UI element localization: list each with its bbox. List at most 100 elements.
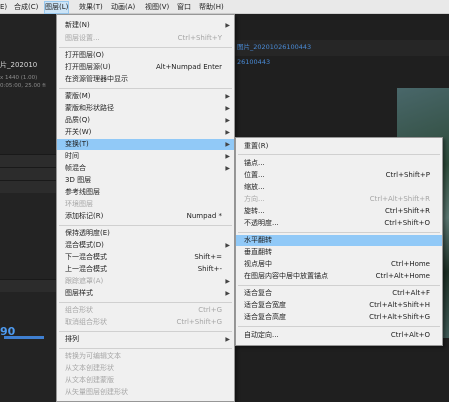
menu-item-mask-and-shape-path[interactable]: 蒙版和形状路径 ▶: [57, 103, 234, 114]
menu-item-shortcut: Ctrl+Shift+P: [385, 171, 430, 179]
submenu-item-rotation[interactable]: 旋转... Ctrl+Shift+R: [236, 206, 442, 217]
chevron-right-icon: ▶: [225, 105, 230, 112]
menubar-animation[interactable]: 动画(A): [111, 2, 135, 13]
menu-item-layer-settings[interactable]: 图层设置... Ctrl+Shift+Y: [57, 33, 234, 44]
menu-item-next-blending-mode[interactable]: 下一混合模式 Shift+=: [57, 252, 234, 263]
menu-item-environment-layer[interactable]: 环境图层: [57, 199, 234, 210]
menu-item-convert-to-editable-text[interactable]: 转换为可编辑文本: [57, 351, 234, 362]
viewer-tab-sub[interactable]: 26100443: [237, 58, 270, 66]
menu-item-label: 垂直翻转: [244, 248, 272, 256]
menu-item-label: 自动定向...: [244, 331, 279, 339]
chevron-right-icon: ▶: [225, 336, 230, 343]
menu-item-label: 品质(Q): [65, 116, 90, 124]
menubar-composition[interactable]: 合成(C): [14, 2, 38, 13]
menu-item-label: 混合模式(D): [65, 241, 104, 249]
menu-item-label: 缩放...: [244, 183, 265, 191]
chevron-right-icon: ▶: [225, 22, 230, 29]
menu-separator: [59, 88, 232, 89]
menu-item-frame-blending[interactable]: 帧混合 ▶: [57, 163, 234, 174]
menu-item-blending-mode[interactable]: 混合模式(D) ▶: [57, 240, 234, 251]
menu-item-label: 添加标记(R): [65, 212, 104, 220]
menu-item-open-layer[interactable]: 打开图层(O): [57, 50, 234, 61]
menu-separator: [59, 47, 232, 48]
menu-item-preserve-transparency[interactable]: 保持透明度(E): [57, 228, 234, 239]
layer-menu: 新建(N) ▶ 图层设置... Ctrl+Shift+Y 打开图层(O) 打开图层源…: [56, 14, 235, 402]
menu-item-create-shapes-from-vector-layer[interactable]: 从矢量图层创建形状: [57, 387, 234, 398]
composition-duration: 0:05:00, 25.00 fi: [0, 83, 46, 89]
menu-item-label: 跟踪遮罩(A): [65, 277, 104, 285]
menu-item-label: 组合形状: [65, 306, 93, 314]
menu-item-ungroup-shapes[interactable]: 取消组合形状 Ctrl+Shift+G: [57, 317, 234, 328]
menu-item-shortcut: Shift+=: [194, 253, 222, 261]
menu-item-create-masks-from-text[interactable]: 从文本创建蒙版: [57, 375, 234, 386]
project-row[interactable]: [0, 167, 56, 180]
menu-item-previous-blending-mode[interactable]: 上一混合模式 Shift+-: [57, 264, 234, 275]
submenu-item-fit-to-comp-height[interactable]: 适合复合高度 Ctrl+Alt+Shift+G: [236, 312, 442, 323]
chevron-right-icon: ▶: [225, 242, 230, 249]
menu-separator: [59, 348, 232, 349]
submenu-item-orientation[interactable]: 方向... Ctrl+Alt+Shift+R: [236, 194, 442, 205]
menu-item-label: 图层设置...: [65, 34, 100, 42]
menubar-edit[interactable]: E): [0, 2, 7, 13]
menu-item-group-shapes[interactable]: 组合形状 Ctrl+G: [57, 305, 234, 316]
menu-item-label: 变换(T): [65, 140, 89, 148]
menu-item-reveal-in-explorer[interactable]: 在资源管理器中显示: [57, 74, 234, 85]
project-row[interactable]: [0, 154, 56, 167]
submenu-item-flip-vertical[interactable]: 垂直翻转: [236, 247, 442, 258]
menu-item-label: 上一混合模式: [65, 265, 107, 273]
menu-item-label: 新建(N): [65, 21, 90, 29]
menu-item-transform[interactable]: 变换(T) ▶: [57, 139, 234, 150]
submenu-item-anchor-point[interactable]: 锚点...: [236, 158, 442, 169]
submenu-item-center-anchor-point[interactable]: 在图层内容中居中放置锚点 Ctrl+Alt+Home: [236, 271, 442, 282]
menu-item-quality[interactable]: 品质(Q) ▶: [57, 115, 234, 126]
menu-item-label: 从文本创建蒙版: [65, 376, 114, 384]
menu-item-create-shapes-from-text[interactable]: 从文本创建形状: [57, 363, 234, 374]
menu-item-label: 3D 图层: [65, 176, 92, 184]
menu-item-shortcut: Alt+Numpad Enter: [155, 63, 222, 71]
submenu-item-reset[interactable]: 重置(R): [236, 141, 442, 152]
submenu-item-fit-to-comp[interactable]: 适合复合 Ctrl+Alt+F: [236, 288, 442, 299]
project-row[interactable]: [0, 279, 56, 292]
project-panel: 片_202010 x 1440 (1.00) 0:05:00, 25.00 fi: [0, 14, 56, 402]
submenu-item-flip-horizontal[interactable]: 水平翻转: [236, 235, 442, 246]
menu-item-layer-styles[interactable]: 图层样式 ▶: [57, 288, 234, 299]
menu-item-mask[interactable]: 蒙版(M) ▶: [57, 91, 234, 102]
menu-item-switches[interactable]: 开关(W) ▶: [57, 127, 234, 138]
menu-item-guide-layer[interactable]: 参考线图层: [57, 187, 234, 198]
menubar-effect[interactable]: 效果(T): [79, 2, 103, 13]
timeline-indicator: [4, 336, 44, 339]
menu-item-track-matte[interactable]: 跟踪遮罩(A) ▶: [57, 276, 234, 287]
submenu-item-center-in-view[interactable]: 视点居中 Ctrl+Home: [236, 259, 442, 270]
chevron-right-icon: ▶: [225, 153, 230, 160]
menu-item-3d-layer[interactable]: 3D 图层: [57, 175, 234, 186]
menu-item-time[interactable]: 时间 ▶: [57, 151, 234, 162]
submenu-item-opacity[interactable]: 不透明度... Ctrl+Shift+O: [236, 218, 442, 229]
menubar-layer[interactable]: 图层(L): [43, 1, 70, 14]
chevron-right-icon: ▶: [225, 141, 230, 148]
menu-item-shortcut: Ctrl+Home: [391, 260, 430, 268]
menu-item-add-marker[interactable]: 添加标记(R) Numpad *: [57, 211, 234, 222]
submenu-item-position[interactable]: 位置... Ctrl+Shift+P: [236, 170, 442, 181]
transform-submenu: 重置(R) 锚点... 位置... Ctrl+Shift+P 缩放... 方向..…: [235, 137, 443, 346]
project-row[interactable]: [0, 180, 56, 193]
menu-item-new[interactable]: 新建(N) ▶: [57, 20, 234, 31]
menu-item-shortcut: Ctrl+Alt+Home: [375, 272, 430, 280]
menubar-window[interactable]: 窗口: [177, 2, 191, 13]
menu-item-open-layer-source[interactable]: 打开图层源(U) Alt+Numpad Enter: [57, 62, 234, 73]
menu-item-shortcut: Ctrl+Alt+Shift+H: [369, 301, 430, 309]
menu-item-label: 从矢量图层创建形状: [65, 388, 128, 396]
submenu-item-auto-orient[interactable]: 自动定向... Ctrl+Alt+O: [236, 330, 442, 341]
chevron-right-icon: ▶: [225, 165, 230, 172]
menu-item-arrange[interactable]: 排列 ▶: [57, 334, 234, 345]
menu-item-label: 适合复合宽度: [244, 301, 286, 309]
menu-item-label: 打开图层(O): [65, 51, 104, 59]
submenu-item-scale[interactable]: 缩放...: [236, 182, 442, 193]
menubar-help[interactable]: 帮助(H): [199, 2, 224, 13]
menu-item-label: 水平翻转: [244, 236, 272, 244]
menu-separator: [238, 285, 440, 286]
menubar-view[interactable]: 视图(V): [145, 2, 169, 13]
menu-item-shortcut: Shift+-: [197, 265, 222, 273]
chevron-right-icon: ▶: [225, 129, 230, 136]
viewer-tab[interactable]: 图片_20201026100443: [237, 41, 311, 51]
submenu-item-fit-to-comp-width[interactable]: 适合复合宽度 Ctrl+Alt+Shift+H: [236, 300, 442, 311]
